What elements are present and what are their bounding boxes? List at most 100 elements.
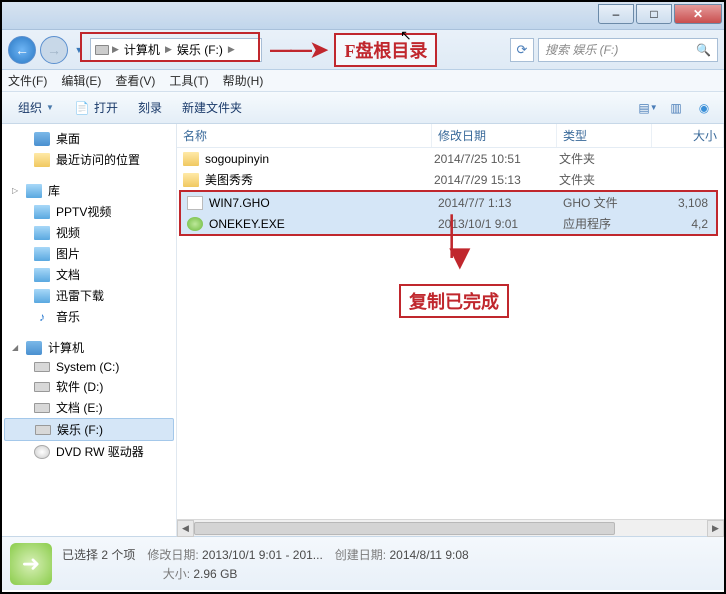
status-size-value: 2.96 GB bbox=[193, 567, 237, 581]
file-name: 美图秀秀 bbox=[205, 171, 434, 188]
search-box[interactable]: 搜索 娱乐 (F:) 🔍 bbox=[538, 38, 718, 62]
search-icon: 🔍 bbox=[696, 43, 711, 57]
status-mod-label: 修改日期: bbox=[147, 548, 198, 562]
expand-icon: ▷ bbox=[12, 186, 20, 195]
menu-view[interactable]: 查看(V) bbox=[115, 72, 155, 89]
toolbar-open[interactable]: 📄打开 bbox=[66, 96, 126, 119]
file-row[interactable]: sogoupinyin 2014/7/25 10:51 文件夹 bbox=[177, 148, 724, 169]
col-type[interactable]: 类型 bbox=[557, 124, 652, 147]
file-name: ONEKEY.EXE bbox=[209, 217, 438, 231]
nav-recent[interactable]: 最近访问的位置 bbox=[2, 149, 176, 170]
toolbar-organize[interactable]: 组织▼ bbox=[10, 96, 62, 119]
toolbar-newfolder[interactable]: 新建文件夹 bbox=[174, 96, 250, 119]
nav-desktop[interactable]: 桌面 bbox=[2, 128, 176, 149]
address-bar[interactable]: ▶ 计算机 ▶ 娱乐 (F:) ▶ bbox=[90, 38, 262, 62]
column-headers: 名称 修改日期 类型 大小 bbox=[177, 124, 724, 148]
file-row[interactable]: 美图秀秀 2014/7/29 15:13 文件夹 bbox=[177, 169, 724, 190]
collapse-icon: ◢ bbox=[12, 343, 20, 352]
nav-drive-f[interactable]: 娱乐 (F:) bbox=[4, 418, 174, 441]
folder-icon bbox=[183, 173, 199, 187]
nav-video[interactable]: 视频 bbox=[2, 222, 176, 243]
arrow-left-icon: ← bbox=[15, 42, 29, 58]
annotation-arrow-right: ——➤ bbox=[266, 37, 330, 63]
nav-dvd[interactable]: DVD RW 驱动器 bbox=[2, 441, 176, 462]
recent-icon bbox=[34, 153, 50, 167]
drive-icon bbox=[34, 382, 50, 392]
body-area: 桌面 最近访问的位置 ▷库 PPTV视频 视频 图片 文档 迅雷下载 ♪音乐 ◢… bbox=[2, 124, 724, 536]
breadcrumb-computer[interactable]: 计算机 bbox=[122, 41, 162, 58]
nav-pptv[interactable]: PPTV视频 bbox=[2, 201, 176, 222]
scroll-left-button[interactable]: ◀ bbox=[177, 520, 194, 537]
status-size-label: 大小: bbox=[163, 567, 190, 581]
status-bar: ➜ 已选择 2 个项 修改日期: 2013/10/1 9:01 - 201...… bbox=[2, 536, 724, 590]
chevron-down-icon: ▼ bbox=[46, 103, 54, 112]
drive-icon bbox=[34, 403, 50, 413]
open-icon: 📄 bbox=[74, 101, 90, 115]
video-icon bbox=[34, 205, 50, 219]
col-date[interactable]: 修改日期 bbox=[432, 124, 557, 147]
file-type: 文件夹 bbox=[559, 150, 654, 167]
dvd-icon bbox=[34, 445, 50, 459]
col-name[interactable]: 名称 bbox=[177, 124, 432, 147]
menu-edit[interactable]: 编辑(E) bbox=[61, 72, 101, 89]
toolbar: 组织▼ 📄打开 刻录 新建文件夹 ▤ ▼ ▥ ◉ bbox=[2, 92, 724, 124]
address-row: ← → ▼ ▶ 计算机 ▶ 娱乐 (F:) ▶ ——➤ F盘根目录 ⟳ 搜索 娱… bbox=[2, 30, 724, 70]
nav-xunlei[interactable]: 迅雷下载 bbox=[2, 285, 176, 306]
chevron-right-icon: ▶ bbox=[165, 44, 172, 55]
nav-drive-d[interactable]: 软件 (D:) bbox=[2, 376, 176, 397]
breadcrumb-drive[interactable]: 娱乐 (F:) bbox=[175, 41, 225, 58]
status-mod-value: 2013/10/1 9:01 - 201... bbox=[202, 548, 323, 562]
horizontal-scrollbar[interactable]: ◀ ▶ bbox=[177, 519, 724, 536]
nav-history-dropdown[interactable]: ▼ bbox=[72, 45, 86, 55]
library-icon bbox=[26, 184, 42, 198]
menu-file[interactable]: 文件(F) bbox=[8, 72, 47, 89]
preview-pane-button[interactable]: ▥ bbox=[664, 98, 688, 118]
file-type: 文件夹 bbox=[559, 171, 654, 188]
refresh-button[interactable]: ⟳ bbox=[510, 38, 534, 62]
nav-documents[interactable]: 文档 bbox=[2, 264, 176, 285]
toolbar-burn[interactable]: 刻录 bbox=[130, 96, 170, 119]
nav-pictures[interactable]: 图片 bbox=[2, 243, 176, 264]
nav-libraries-header[interactable]: ▷库 bbox=[2, 180, 176, 201]
scroll-thumb[interactable] bbox=[194, 522, 615, 535]
pictures-icon bbox=[34, 247, 50, 261]
desktop-icon bbox=[34, 132, 50, 146]
nav-drive-c[interactable]: System (C:) bbox=[2, 358, 176, 376]
drive-icon bbox=[95, 45, 109, 55]
arrow-right-icon: → bbox=[47, 42, 61, 58]
status-selection: 已选择 2 个项 bbox=[62, 546, 135, 563]
menu-help[interactable]: 帮助(H) bbox=[223, 72, 264, 89]
music-icon: ♪ bbox=[34, 310, 50, 324]
help-button[interactable]: ◉ bbox=[692, 98, 716, 118]
menu-tools[interactable]: 工具(T) bbox=[169, 72, 208, 89]
file-row[interactable]: WIN7.GHO 2014/7/7 1:13 GHO 文件 3,108 bbox=[181, 192, 716, 213]
scroll-track[interactable] bbox=[194, 520, 707, 536]
annotation-root-dir: F盘根目录 bbox=[334, 33, 437, 67]
back-button[interactable]: ← bbox=[8, 36, 36, 64]
col-size[interactable]: 大小 bbox=[652, 124, 724, 147]
maximize-button[interactable]: □ bbox=[636, 4, 672, 24]
close-button[interactable]: ✕ bbox=[674, 4, 722, 24]
application-icon bbox=[187, 217, 203, 231]
status-created-value: 2014/8/11 9:08 bbox=[389, 548, 468, 562]
drive-icon bbox=[35, 425, 51, 435]
minimize-button[interactable]: – bbox=[598, 4, 634, 24]
search-placeholder: 搜索 娱乐 (F:) bbox=[545, 41, 618, 58]
status-created-label: 创建日期: bbox=[335, 548, 386, 562]
chevron-right-icon: ▶ bbox=[228, 44, 235, 55]
chevron-right-icon: ▶ bbox=[112, 44, 119, 55]
drive-icon bbox=[34, 362, 50, 372]
forward-button[interactable]: → bbox=[40, 36, 68, 64]
folder-icon bbox=[183, 152, 199, 166]
view-options-button[interactable]: ▤ ▼ bbox=[636, 98, 660, 118]
nav-drive-e[interactable]: 文档 (E:) bbox=[2, 397, 176, 418]
computer-icon bbox=[26, 341, 42, 355]
file-type: GHO 文件 bbox=[563, 194, 658, 211]
nav-computer-header[interactable]: ◢计算机 bbox=[2, 337, 176, 358]
file-date: 2014/7/7 1:13 bbox=[438, 196, 563, 210]
scroll-right-button[interactable]: ▶ bbox=[707, 520, 724, 537]
menu-bar: 文件(F) 编辑(E) 查看(V) 工具(T) 帮助(H) bbox=[2, 70, 724, 92]
file-date: 2014/7/25 10:51 bbox=[434, 152, 559, 166]
video-icon bbox=[34, 226, 50, 240]
nav-music[interactable]: ♪音乐 bbox=[2, 306, 176, 327]
